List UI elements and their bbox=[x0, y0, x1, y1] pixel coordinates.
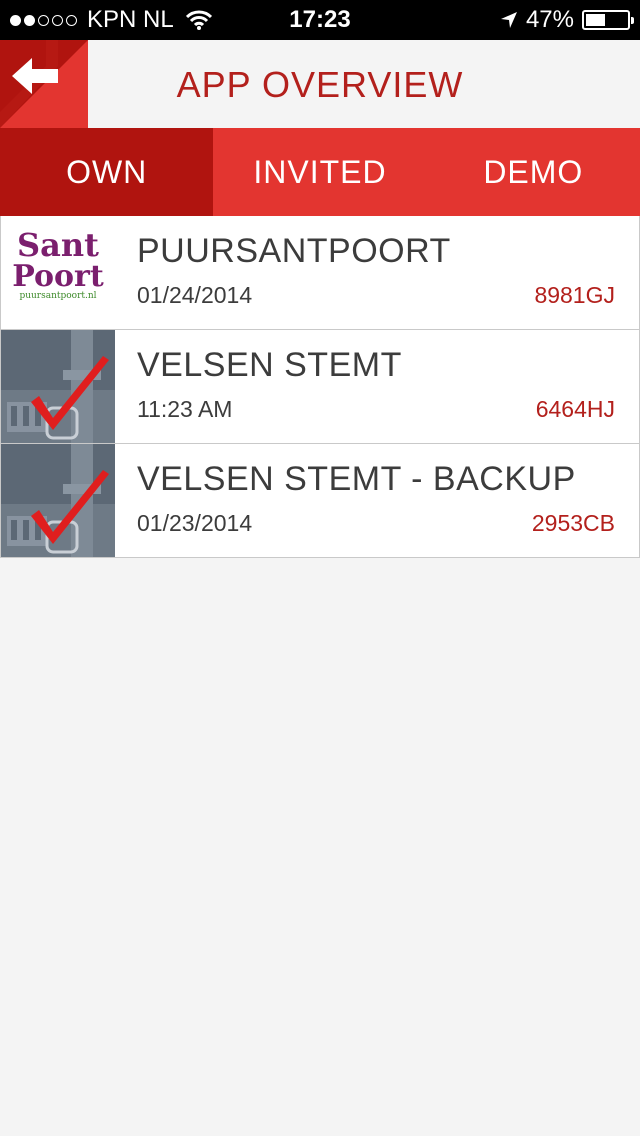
location-arrow-icon bbox=[500, 12, 517, 28]
status-right: 47% bbox=[500, 6, 634, 34]
list-item[interactable]: VELSEN STEMT 11:23 AM 6464HJ bbox=[0, 330, 640, 444]
svg-text:puursantpoort.nl: puursantpoort.nl bbox=[19, 291, 96, 301]
battery-fill bbox=[586, 14, 605, 26]
app-thumbnail bbox=[1, 330, 115, 443]
app-code: 8981GJ bbox=[534, 282, 615, 308]
battery-percentage: 47% bbox=[525, 6, 574, 33]
app-name: VELSEN STEMT - BACKUP bbox=[137, 460, 576, 498]
checkmark-tower-icon bbox=[1, 444, 115, 557]
app-thumbnail: Sant Poort puursantpoort.nl bbox=[1, 216, 115, 329]
tab-bar: OWN INVITED DEMO bbox=[0, 128, 640, 216]
app-list: Sant Poort puursantpoort.nl PUURSANTPOOR… bbox=[0, 216, 640, 558]
svg-text:Poort: Poort bbox=[12, 259, 104, 294]
app-name: VELSEN STEMT bbox=[137, 346, 402, 384]
battery-icon bbox=[582, 10, 634, 30]
app-date: 01/24/2014 bbox=[137, 282, 253, 308]
header: APP OVERVIEW bbox=[0, 40, 640, 128]
app-thumbnail bbox=[1, 444, 115, 557]
tab-invited[interactable]: INVITED bbox=[213, 128, 426, 216]
tab-own[interactable]: OWN bbox=[0, 128, 214, 216]
page-title: APP OVERVIEW bbox=[176, 64, 464, 105]
checkmark-tower-icon bbox=[1, 330, 115, 443]
app-name: PUURSANTPOORT bbox=[137, 232, 451, 270]
app-date: 01/23/2014 bbox=[137, 510, 253, 536]
app-code: 6464HJ bbox=[535, 396, 615, 422]
app-date: 11:23 AM bbox=[137, 396, 233, 422]
app-code: 2953CB bbox=[531, 510, 615, 536]
list-item[interactable]: VELSEN STEMT - BACKUP 01/23/2014 2953CB bbox=[0, 444, 640, 558]
tab-demo[interactable]: DEMO bbox=[427, 128, 640, 216]
status-bar: KPN NL 17:23 47% bbox=[0, 0, 640, 40]
santpoort-logo: Sant Poort puursantpoort.nl bbox=[1, 216, 115, 329]
list-item[interactable]: Sant Poort puursantpoort.nl PUURSANTPOOR… bbox=[0, 216, 640, 330]
